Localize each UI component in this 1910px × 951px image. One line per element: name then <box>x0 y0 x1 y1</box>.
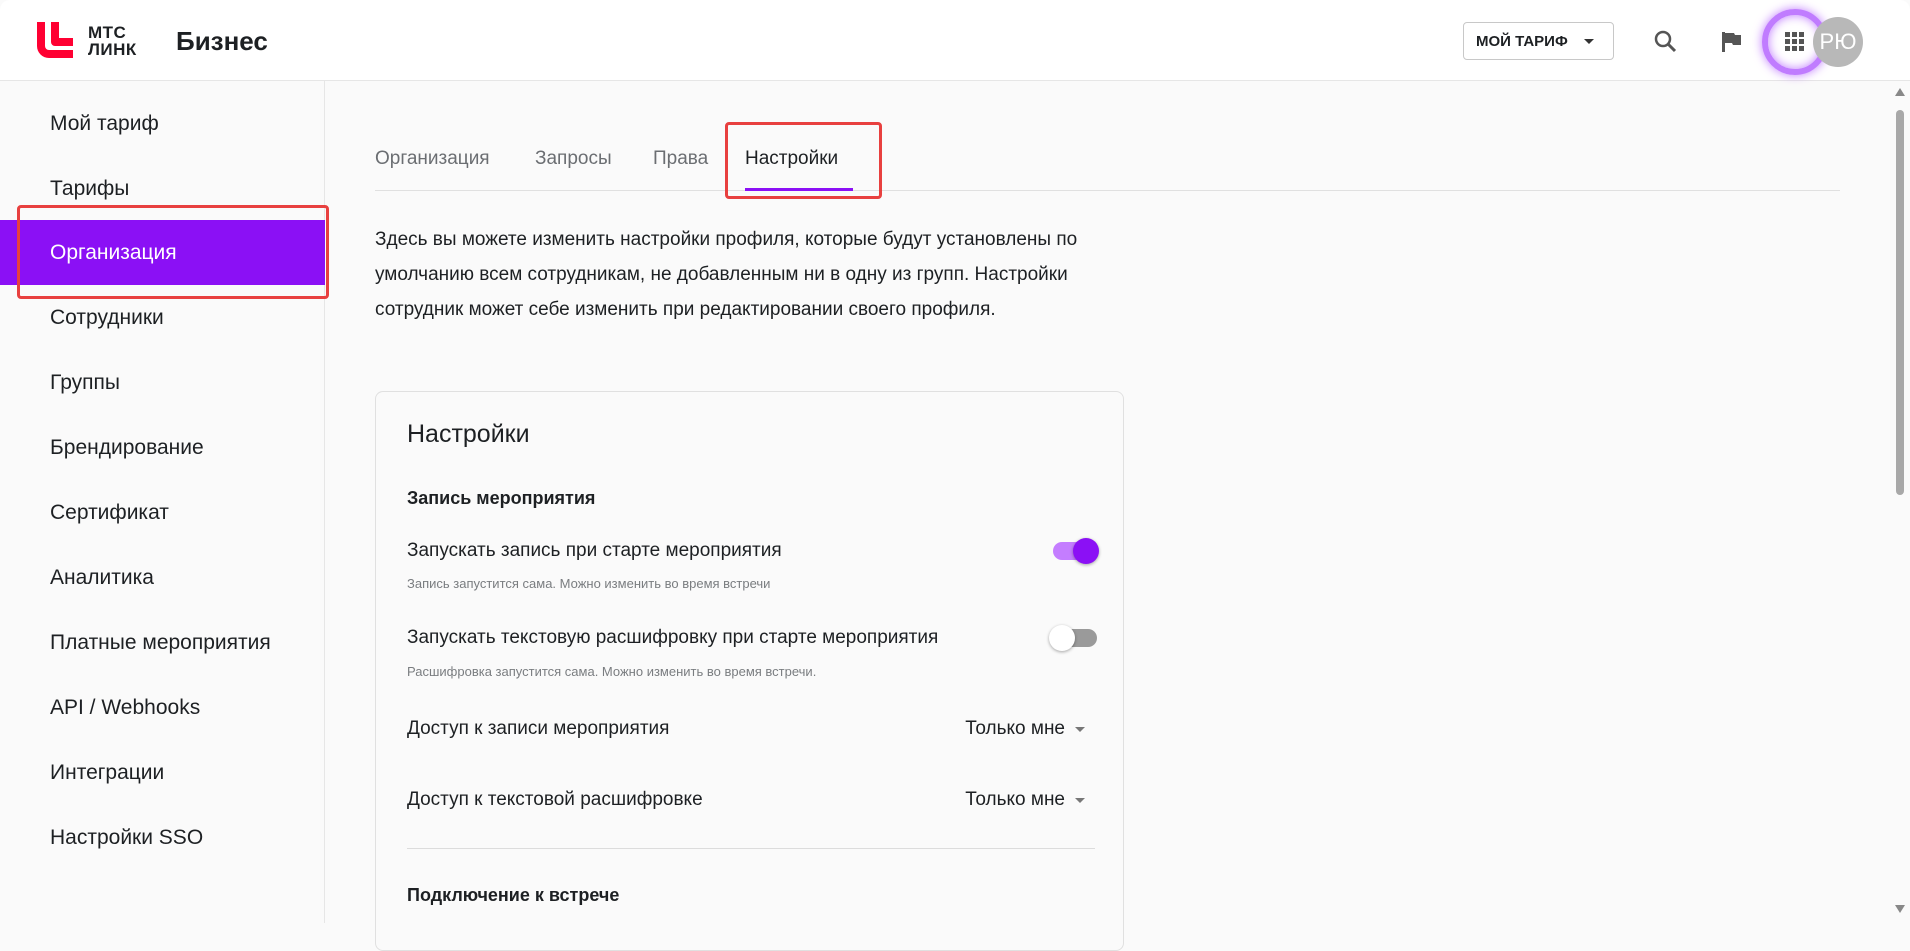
recording-access-select[interactable]: Только мне <box>965 718 1085 740</box>
scroll-down-icon[interactable] <box>1895 905 1905 913</box>
toggle-autorecord-label: Запускать запись при старте мероприятия <box>407 540 782 561</box>
toggle-autorecord[interactable] <box>1053 538 1099 564</box>
chevron-down-icon <box>1583 38 1594 44</box>
transcript-access-label: Доступ к текстовой расшифровке <box>407 789 703 810</box>
sidebar-item-my-tariff[interactable]: Мой тариф <box>0 91 325 156</box>
chevron-down-icon <box>1075 797 1085 803</box>
scrollbar[interactable] <box>1890 81 1910 923</box>
apps-grid-icon[interactable] <box>1785 32 1805 52</box>
flag-icon[interactable] <box>1720 30 1742 54</box>
card-title: Настройки <box>407 420 530 448</box>
sidebar-item-sso-settings[interactable]: Настройки SSO <box>0 805 325 870</box>
toggle-autorecord-desc: Запись запустится сама. Можно изменить в… <box>407 576 771 591</box>
select-value: Только мне <box>965 718 1065 739</box>
sidebar-item-paid-events[interactable]: Платные мероприятия <box>0 610 325 675</box>
user-avatar[interactable]: РЮ <box>1813 17 1863 67</box>
recording-access-label: Доступ к записи мероприятия <box>407 718 670 739</box>
mts-logo-icon <box>37 22 73 58</box>
tab-organization[interactable]: Организация <box>375 148 490 170</box>
card-divider <box>407 848 1095 849</box>
my-tariff-dropdown[interactable]: МОЙ ТАРИФ <box>1463 22 1614 60</box>
highlight-box-tab <box>725 122 882 199</box>
select-value: Только мне <box>965 789 1065 810</box>
highlight-box-sidebar <box>17 205 329 299</box>
toggle-transcript[interactable] <box>1049 625 1097 651</box>
search-icon[interactable] <box>1653 29 1679 55</box>
chevron-down-icon <box>1075 726 1085 732</box>
intro-text: Здесь вы можете изменить настройки профи… <box>375 229 1078 320</box>
toggle-transcript-label: Запускать текстовую расшифровку при стар… <box>407 627 939 648</box>
tabs-divider <box>375 190 1840 191</box>
brand-name: Бизнес <box>176 26 268 56</box>
logo-text: МТС ЛИНК <box>88 23 137 59</box>
sidebar-item-groups[interactable]: Группы <box>0 350 325 415</box>
sidebar-item-api-webhooks[interactable]: API / Webhooks <box>0 675 325 740</box>
sidebar-item-integrations[interactable]: Интеграции <box>0 740 325 805</box>
scroll-thumb[interactable] <box>1896 110 1904 495</box>
top-header: МТС ЛИНК Бизнес МОЙ ТАРИФ РЮ <box>0 0 1910 81</box>
sidebar-item-analytics[interactable]: Аналитика <box>0 545 325 610</box>
settings-card: Настройки Запись мероприятия Запускать з… <box>375 391 1124 951</box>
sidebar-item-certificate[interactable]: Сертификат <box>0 480 325 545</box>
section-join-meeting: Подключение к встрече <box>407 885 620 905</box>
toggle-knob <box>1049 625 1075 651</box>
tab-requests[interactable]: Запросы <box>535 148 612 170</box>
sidebar-item-branding[interactable]: Брендирование <box>0 415 325 480</box>
transcript-access-select[interactable]: Только мне <box>965 789 1085 811</box>
scroll-up-icon[interactable] <box>1895 88 1905 96</box>
tab-rights[interactable]: Права <box>653 148 708 170</box>
toggle-knob <box>1073 538 1099 564</box>
section-recording: Запись мероприятия <box>407 488 596 508</box>
tariff-label: МОЙ ТАРИФ <box>1476 32 1568 50</box>
toggle-transcript-desc: Расшифровка запустится сама. Можно измен… <box>407 664 817 679</box>
